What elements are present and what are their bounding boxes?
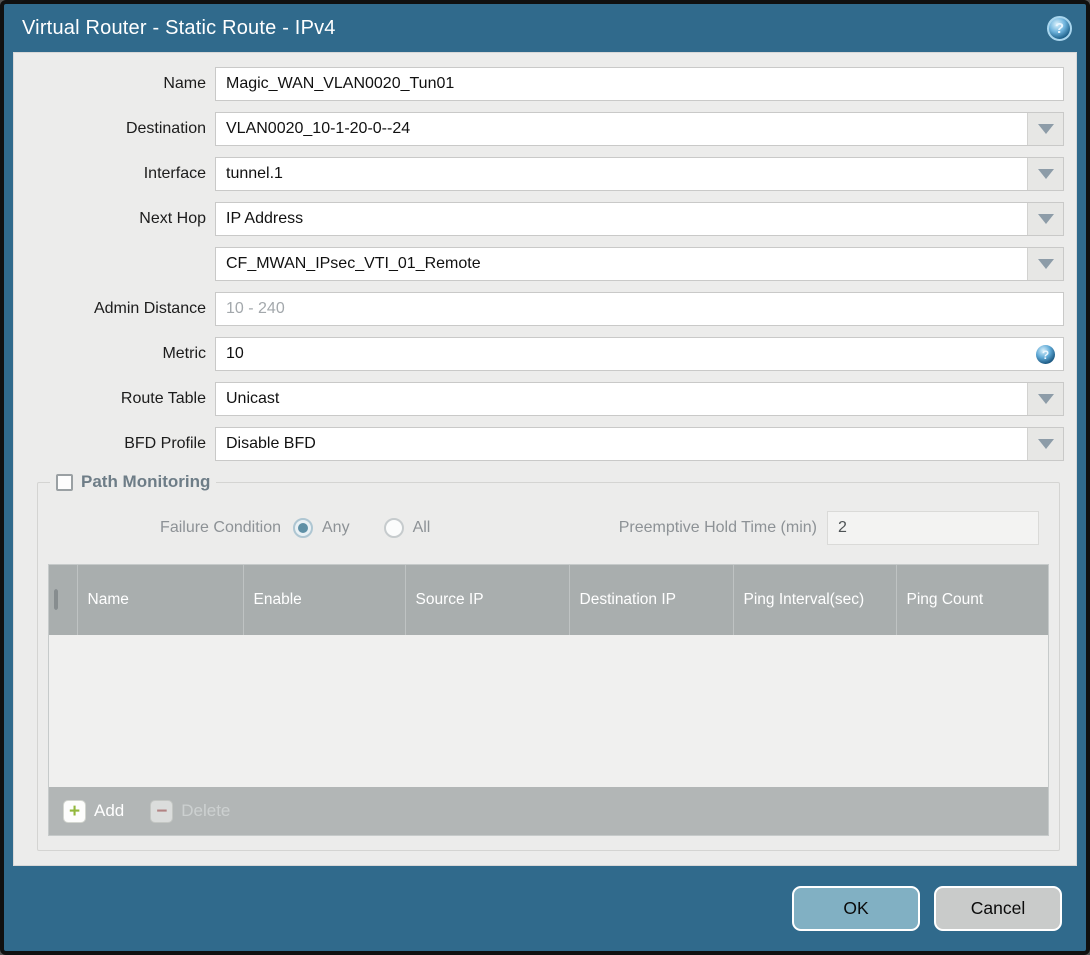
minus-icon: − — [150, 799, 174, 823]
next-hop-dropdown-button[interactable] — [1027, 203, 1063, 235]
chevron-down-icon — [1037, 169, 1054, 179]
name-input[interactable] — [215, 67, 1064, 101]
dialog-footer: OK Cancel — [4, 866, 1086, 951]
path-monitoring-section: Path Monitoring Failure Condition Any Al… — [37, 472, 1060, 851]
chevron-down-icon — [1037, 124, 1054, 134]
admin-distance-input[interactable] — [215, 292, 1064, 326]
failure-condition-label: Failure Condition — [160, 519, 281, 536]
route-table-input[interactable] — [215, 382, 1064, 416]
static-route-dialog: Virtual Router - Static Route - IPv4 ? N… — [0, 0, 1090, 955]
chevron-down-icon — [1037, 259, 1054, 269]
col-header-source-ip[interactable]: Source IP — [405, 565, 570, 635]
failure-condition-any-radio[interactable]: Any — [293, 518, 350, 538]
interface-dropdown-button[interactable] — [1027, 158, 1063, 190]
ok-button[interactable]: OK — [792, 886, 920, 931]
plus-icon: + — [63, 799, 86, 823]
form-row-next-hop-address — [14, 247, 1064, 281]
form-row-interface: Interface — [14, 157, 1064, 191]
form-row-route-table: Route Table — [14, 382, 1064, 416]
dialog-title: Virtual Router - Static Route - IPv4 — [22, 16, 336, 39]
next-hop-address-dropdown-button[interactable] — [1027, 248, 1063, 280]
chevron-down-icon — [1037, 439, 1054, 449]
admin-distance-label: Admin Distance — [93, 300, 206, 317]
bfd-profile-input[interactable] — [215, 427, 1064, 461]
col-header-destination-ip[interactable]: Destination IP — [569, 565, 734, 635]
col-header-enable[interactable]: Enable — [243, 565, 406, 635]
metric-help-icon[interactable]: ? — [1036, 345, 1055, 364]
preemptive-hold-time-label: Preemptive Hold Time (min) — [618, 519, 817, 536]
help-icon[interactable]: ? — [1047, 15, 1072, 41]
form-row-metric: Metric ? — [14, 337, 1064, 371]
table-toolbar: + Add − Delete — [49, 787, 1048, 835]
interface-input[interactable] — [215, 157, 1064, 191]
form-row-admin-distance: Admin Distance — [14, 292, 1064, 326]
preemptive-hold-time-input[interactable] — [827, 511, 1039, 545]
radio-any-label: Any — [322, 519, 350, 536]
delete-button[interactable]: − Delete — [150, 799, 231, 823]
metric-label: Metric — [162, 345, 206, 362]
chevron-down-icon — [1037, 214, 1054, 224]
metric-input[interactable] — [215, 337, 1064, 371]
bfd-profile-dropdown-button[interactable] — [1027, 428, 1063, 460]
path-monitoring-checkbox[interactable] — [56, 473, 73, 491]
cancel-button[interactable]: Cancel — [934, 886, 1062, 931]
path-monitoring-table: Name Enable Source IP Destination IP Pin… — [48, 564, 1049, 836]
form-row-next-hop: Next Hop — [14, 202, 1064, 236]
form-row-name: Name — [14, 67, 1064, 101]
form-panel: Name Destination Interface — [13, 52, 1077, 866]
add-button-label: Add — [94, 801, 125, 820]
col-header-ping-interval[interactable]: Ping Interval(sec) — [733, 565, 897, 635]
name-label: Name — [163, 75, 206, 92]
destination-dropdown-button[interactable] — [1027, 113, 1063, 145]
destination-label: Destination — [125, 120, 206, 137]
failure-condition-all-radio[interactable]: All — [383, 518, 431, 538]
radio-all-label: All — [412, 519, 431, 536]
failure-condition-row: Failure Condition Any All Preemptive Hol… — [48, 510, 1039, 546]
interface-label: Interface — [143, 165, 206, 182]
bfd-profile-label: BFD Profile — [124, 435, 206, 452]
radio-icon — [383, 518, 404, 538]
form-row-bfd-profile: BFD Profile — [14, 427, 1064, 461]
path-monitoring-title: Path Monitoring — [81, 472, 211, 491]
next-hop-address-input[interactable] — [215, 247, 1064, 281]
delete-button-label: Delete — [181, 801, 231, 820]
dialog-titlebar: Virtual Router - Static Route - IPv4 ? — [4, 4, 1086, 52]
col-header-name[interactable]: Name — [77, 565, 244, 635]
next-hop-label: Next Hop — [139, 210, 206, 227]
route-table-label: Route Table — [120, 390, 206, 407]
table-empty-body — [49, 635, 1048, 787]
destination-input[interactable] — [215, 112, 1064, 146]
radio-icon — [293, 518, 313, 538]
add-button[interactable]: + Add — [63, 799, 125, 823]
table-header-row: Name Enable Source IP Destination IP Pin… — [49, 565, 1048, 635]
select-all-checkbox[interactable] — [54, 589, 58, 610]
col-header-ping-count[interactable]: Ping Count — [896, 565, 1048, 635]
form-row-destination: Destination — [14, 112, 1064, 146]
next-hop-type-input[interactable] — [215, 202, 1064, 236]
route-table-dropdown-button[interactable] — [1027, 383, 1063, 415]
chevron-down-icon — [1037, 394, 1054, 404]
